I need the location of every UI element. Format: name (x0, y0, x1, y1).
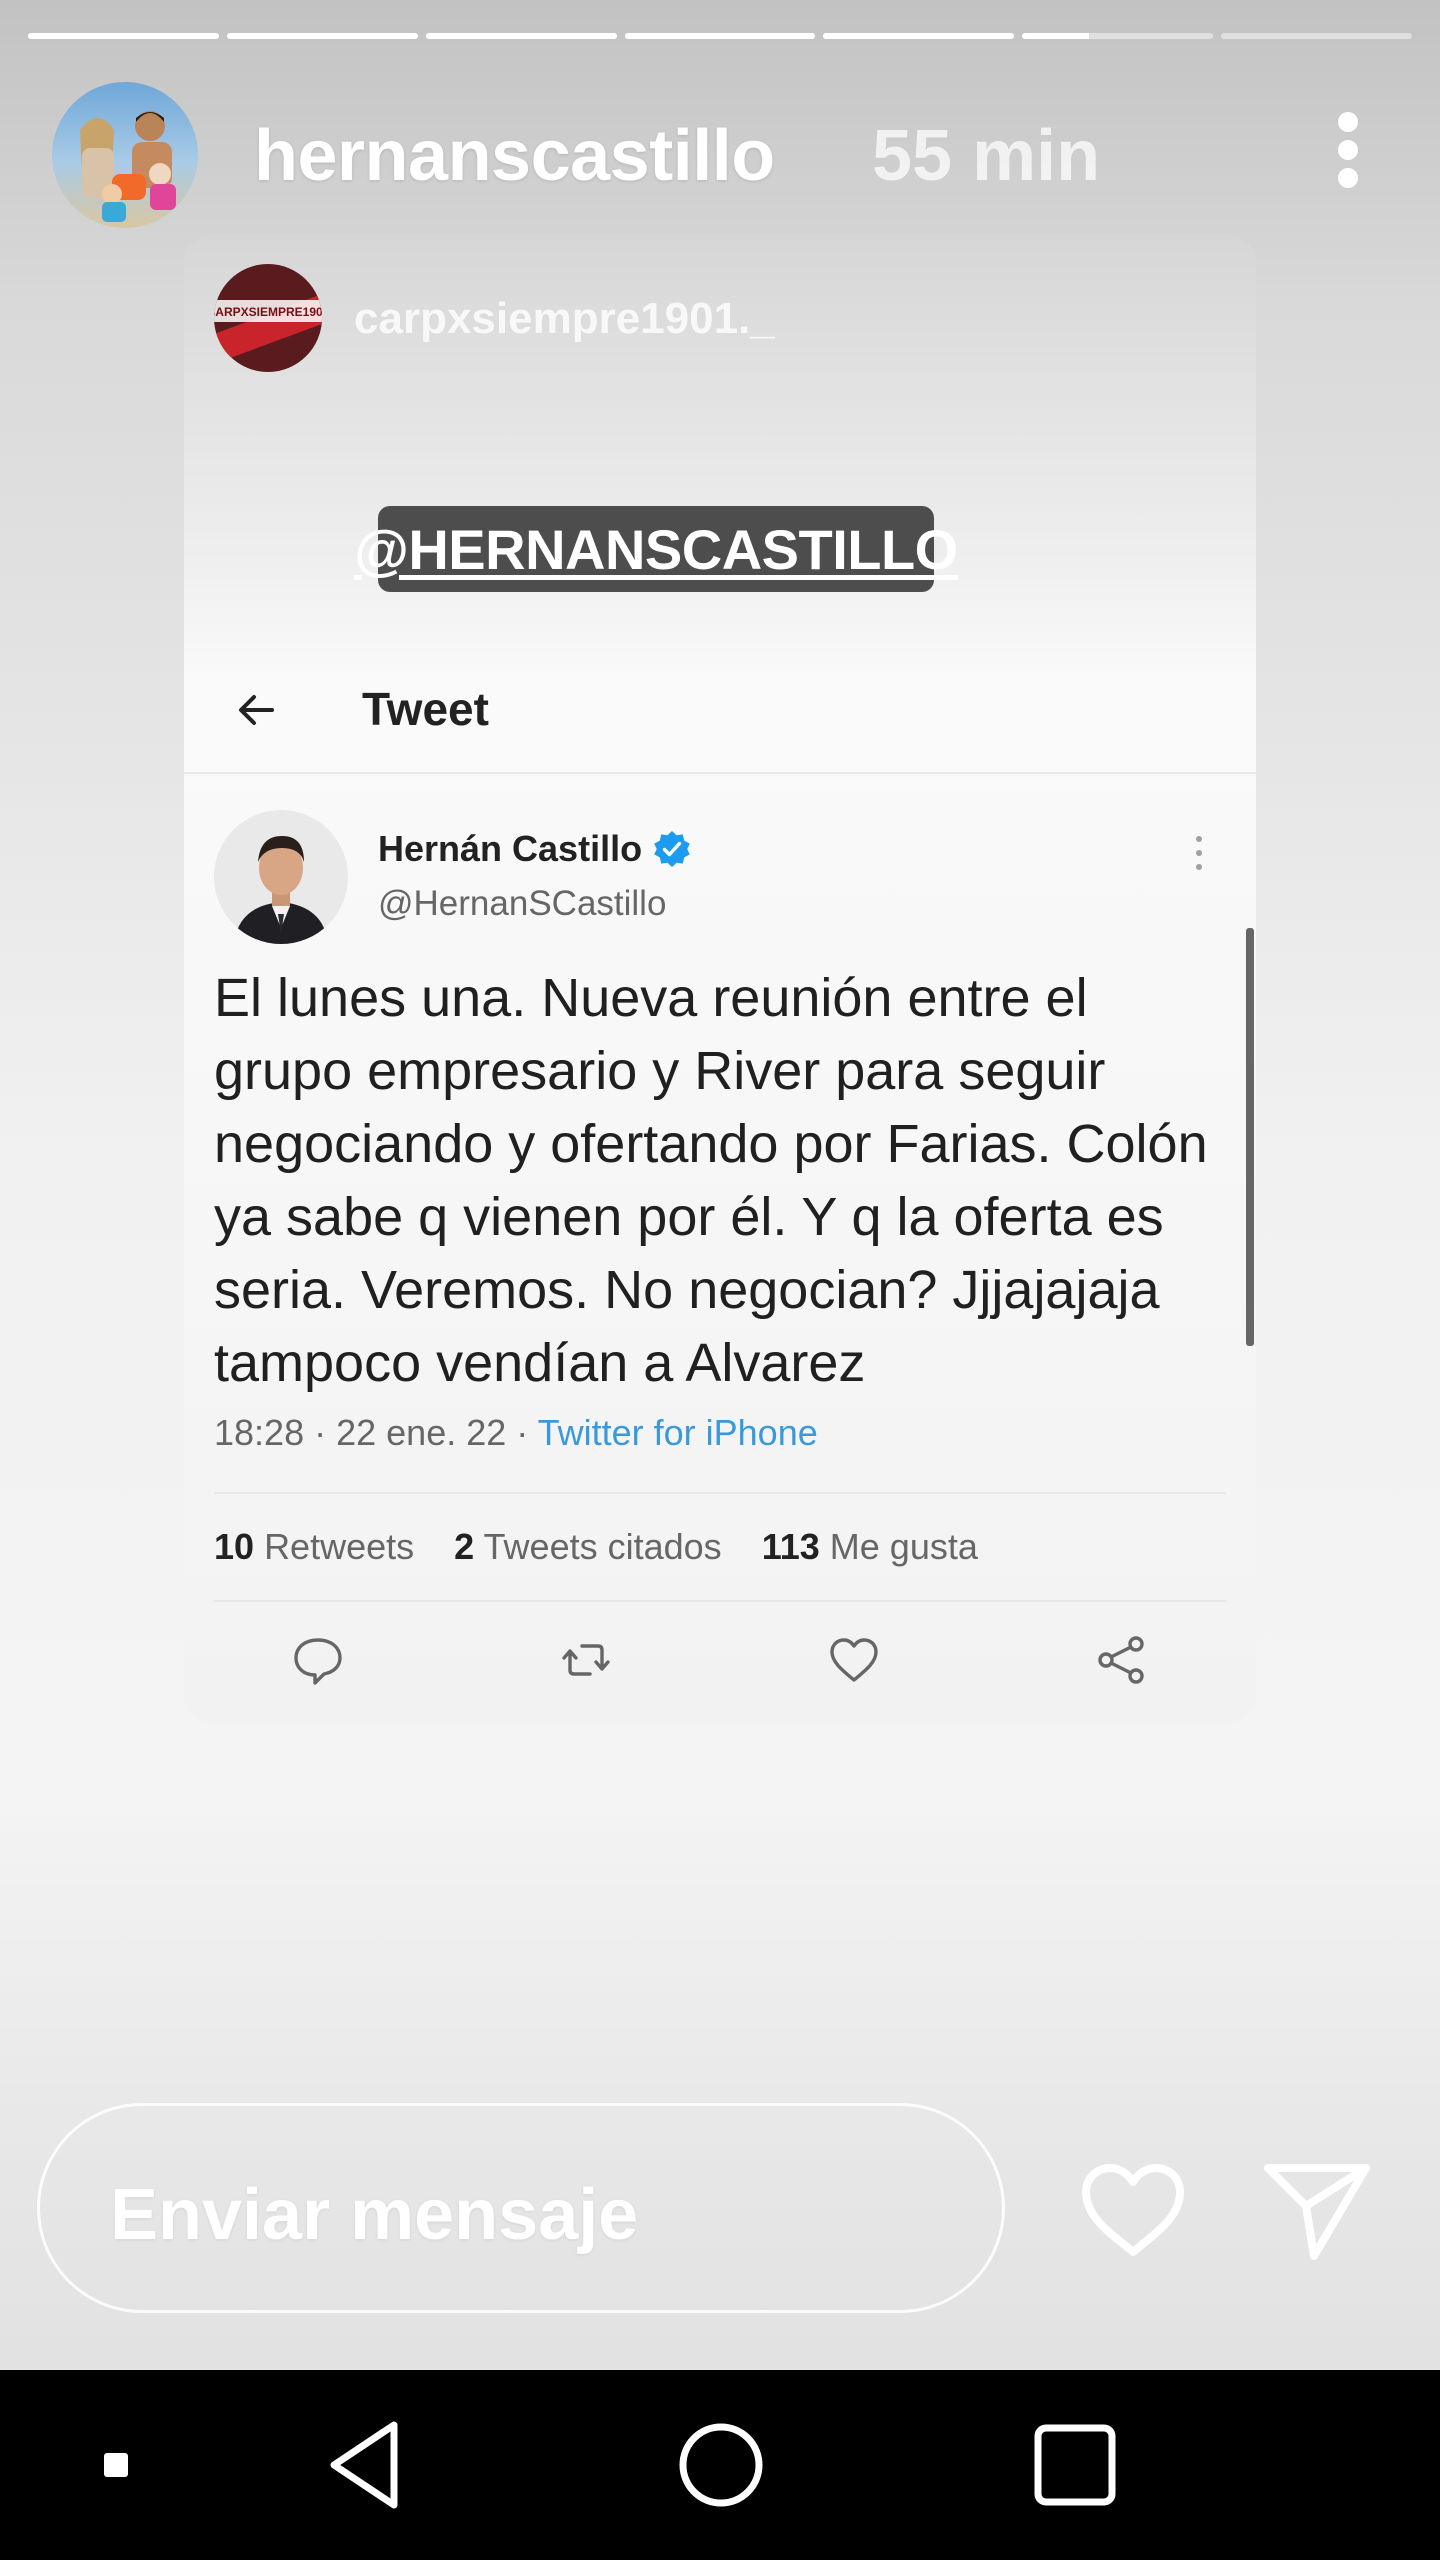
system-navigation-bar (0, 2370, 1440, 2560)
progress-segment (1022, 33, 1214, 39)
source-account-avatar[interactable]: CARPXSIEMPRE1901 (214, 264, 322, 372)
quotes-label: Tweets citados (483, 1526, 722, 1567)
retweets-count: 10 (214, 1526, 255, 1567)
progress-fill (425, 33, 617, 39)
tweet-more-icon (1196, 836, 1204, 870)
more-options-icon[interactable] (1336, 112, 1360, 188)
story-timestamp: 55 min (872, 116, 1101, 196)
tweet-actions (184, 1630, 1256, 1700)
story-header: hernanscastillo 55 min (52, 82, 1412, 228)
source-account-name[interactable]: carpxsiempre1901._ (354, 294, 775, 344)
quotes-count: 2 (454, 1526, 475, 1567)
divider (214, 1492, 1226, 1494)
profile-avatar[interactable] (52, 82, 198, 228)
progress-fill (226, 33, 418, 39)
progress-segment (1221, 33, 1413, 39)
tweet-source: Twitter for iPhone (537, 1412, 818, 1453)
back-triangle-icon[interactable] (320, 2370, 410, 2560)
tweet-author-name-text: Hernán Castillo (378, 828, 643, 869)
source-avatar-text: CARPXSIEMPRE1901 (214, 305, 322, 319)
tweet-header-title: Tweet (362, 683, 489, 735)
recent-dot-icon[interactable] (96, 2370, 136, 2560)
tweet-author-avatar (214, 810, 348, 944)
reply-icon (294, 1638, 342, 1685)
retweets-label: Retweets (264, 1526, 415, 1567)
like-heart-icon (830, 1638, 878, 1682)
divider (214, 1600, 1226, 1602)
tweet-date: 22 ene. 22 (336, 1412, 507, 1453)
overview-square-icon[interactable] (1030, 2370, 1120, 2560)
likes-count: 113 (761, 1526, 820, 1567)
tweet-time: 18:28 (214, 1412, 305, 1453)
tweet-text: El lunes una. Nueva reunión entre el gru… (214, 968, 1208, 1393)
send-direct-icon[interactable] (1262, 2160, 1372, 2260)
progress-segment (28, 33, 219, 39)
progress-fill (1022, 33, 1090, 39)
progress-segment (624, 33, 816, 39)
tweet-header: Tweet (184, 654, 1256, 774)
mention-sticker[interactable]: @HERNANSCASTILLO (354, 506, 958, 592)
likes-label: Me gusta (829, 1526, 978, 1567)
tweet-author-handle: @HernanSCastillo (378, 884, 667, 923)
tweet-stats: 10 Retweets 2 Tweets citados 113 Me gust… (214, 1526, 978, 1568)
tweet-author-name: Hernán Castillo (378, 828, 692, 870)
progress-segment (226, 33, 418, 39)
send-message-input[interactable]: Enviar mensaje (37, 2103, 1005, 2313)
progress-fill (823, 33, 1015, 39)
home-circle-icon[interactable] (676, 2370, 766, 2560)
send-message-placeholder: Enviar mensaje (110, 2175, 639, 2255)
progress-fill (28, 33, 219, 39)
verified-badge-icon (654, 831, 690, 867)
scrollbar (1246, 928, 1254, 1346)
heart-icon[interactable] (1078, 2160, 1188, 2260)
story-username[interactable]: hernanscastillo (254, 115, 775, 197)
story-card: CARPXSIEMPRE1901 carpxsiempre1901._ @HER… (184, 234, 1256, 1724)
tweet-meta: 18:28 · 22 ene. 22 · Twitter for iPhone (214, 1412, 818, 1453)
progress-fill (624, 33, 816, 39)
mention-label: @HERNANSCASTILLO (354, 517, 958, 581)
back-arrow-icon (239, 695, 274, 725)
progress-segment (823, 33, 1015, 39)
retweet-icon (562, 1644, 610, 1676)
share-icon (1098, 1636, 1144, 1684)
progress-segment (425, 33, 617, 39)
story-progress (28, 33, 1413, 39)
